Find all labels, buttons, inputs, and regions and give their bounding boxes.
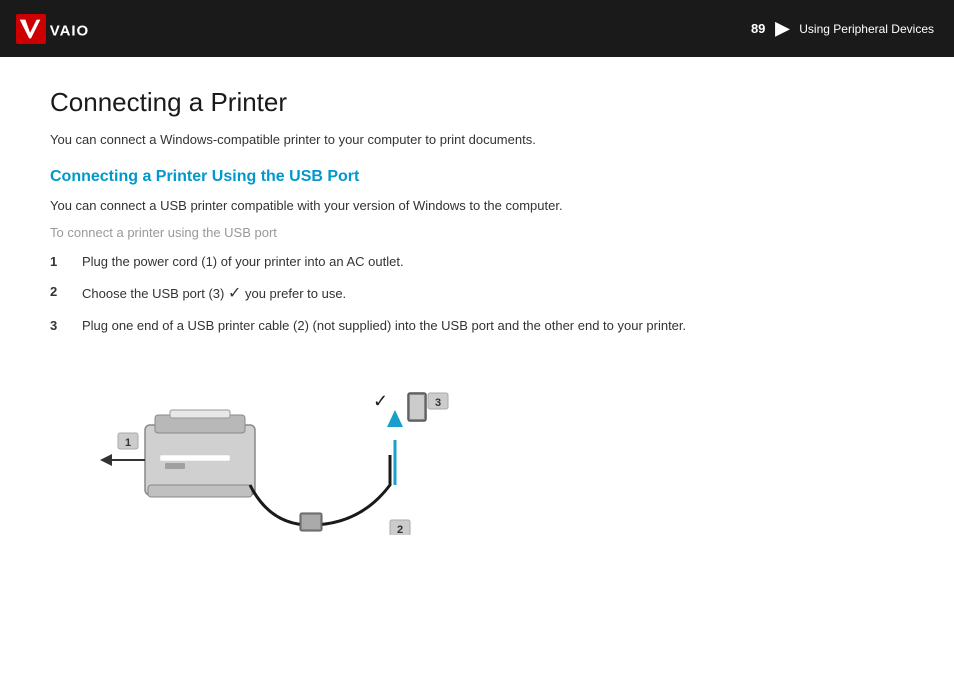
page-number: 89 xyxy=(751,21,765,36)
step-1-text: Plug the power cord (1) of your printer … xyxy=(82,252,904,272)
diagram-svg: 1 2 ✓ 3 xyxy=(50,355,470,535)
header-section-title: Using Peripheral Devices xyxy=(799,22,934,36)
diagram-container: 1 2 ✓ 3 xyxy=(50,355,470,535)
steps-list: 1 Plug the power cord (1) of your printe… xyxy=(50,252,904,335)
section-intro: You can connect a USB printer compatible… xyxy=(50,196,904,216)
intro-text: You can connect a Windows-compatible pri… xyxy=(50,130,904,150)
svg-text:1: 1 xyxy=(125,437,131,449)
page-content: Connecting a Printer You can connect a W… xyxy=(0,57,954,565)
svg-text:2: 2 xyxy=(397,524,403,535)
step-2-num: 2 xyxy=(50,282,66,306)
svg-text:3: 3 xyxy=(435,397,441,409)
step-2: 2 Choose the USB port (3) ✓ you prefer t… xyxy=(50,282,904,306)
page-header: VAIO 89 ▶ Using Peripheral Devices xyxy=(0,0,954,57)
step-3-num: 3 xyxy=(50,316,66,336)
header-right: 89 ▶ Using Peripheral Devices xyxy=(751,18,934,39)
step-3: 3 Plug one end of a USB printer cable (2… xyxy=(50,316,904,336)
step-3-text: Plug one end of a USB printer cable (2) … xyxy=(82,316,904,336)
header-arrow-icon: ▶ xyxy=(775,18,789,39)
vaio-logo: VAIO xyxy=(16,14,100,44)
procedure-title: To connect a printer using the USB port xyxy=(50,225,904,240)
svg-text:VAIO: VAIO xyxy=(50,22,89,39)
step-1-num: 1 xyxy=(50,252,66,272)
step-2-text: Choose the USB port (3) ✓ you prefer to … xyxy=(82,282,904,306)
section-heading: Connecting a Printer Using the USB Port xyxy=(50,168,904,186)
svg-text:✓: ✓ xyxy=(373,391,388,411)
step-1: 1 Plug the power cord (1) of your printe… xyxy=(50,252,904,272)
page-title: Connecting a Printer xyxy=(50,87,904,118)
